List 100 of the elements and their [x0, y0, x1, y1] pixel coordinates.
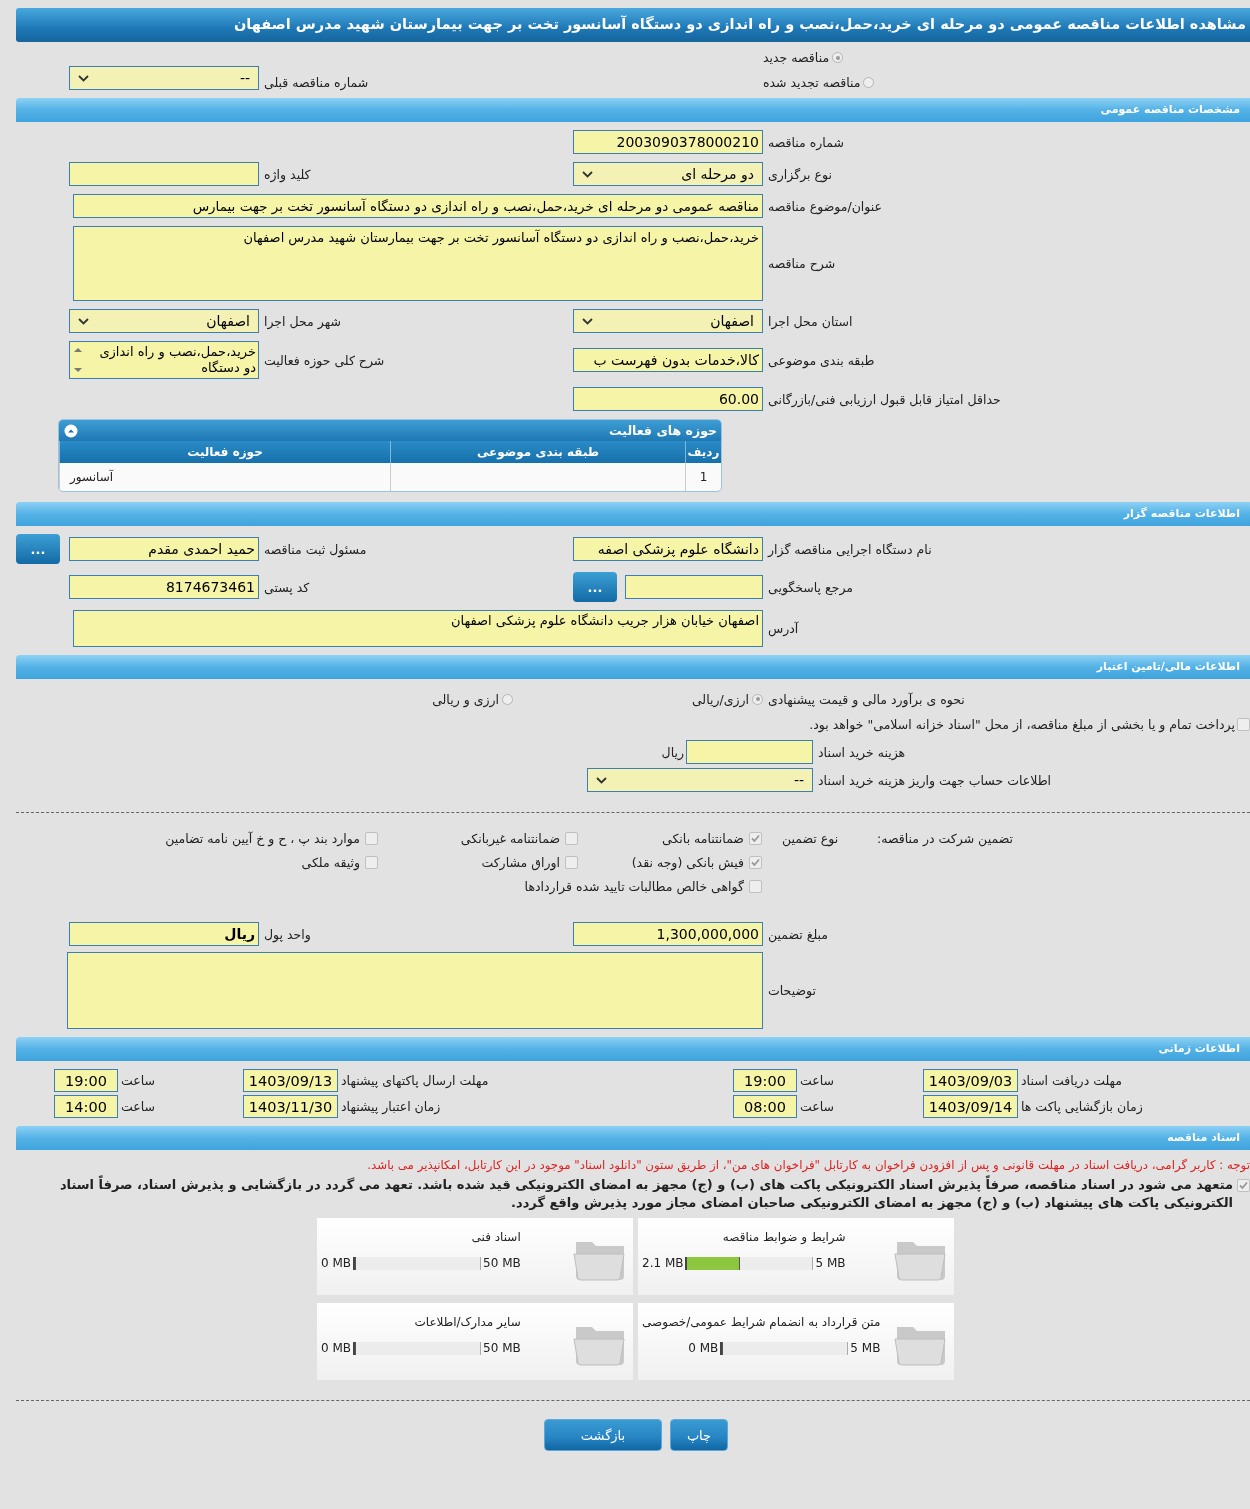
- list-box[interactable]: خرید،حمل،نصب و راه اندازی دو دستگاه: [69, 341, 259, 379]
- option-label: ارزی و ریالی: [432, 691, 499, 707]
- field-label: شماره مناقصه: [767, 134, 845, 150]
- collapse-icon[interactable]: [64, 423, 78, 438]
- text-field[interactable]: 1,300,000,000: [573, 922, 763, 946]
- option-label: گواهی خالص مطالبات تایید شده قراردادها: [524, 879, 744, 894]
- field-label: ساعت: [120, 1099, 156, 1114]
- field-label: کلید واژه: [263, 166, 312, 182]
- notice-text: توجه : کاربر گرامی، دریافت اسناد در مهلت قانونی و پس از افزودن فراخوان به کارتابل "فراخوان های من"، از طریق ستون "دانلود اسناد" موجود در این کارتابل، امکانپذیر می باشد.: [366, 1158, 1250, 1172]
- file-title: اسناد فنی: [471, 1230, 521, 1244]
- dropdown[interactable]: --: [587, 768, 813, 792]
- used-size: 2.1 MB: [642, 1256, 684, 1270]
- option-label: مناقصه تجدید شده: [763, 75, 861, 90]
- field-label: مهلت دریافت اسناد: [1020, 1073, 1124, 1088]
- time-field[interactable]: 19:00: [733, 1069, 797, 1092]
- option-label: ارزی/ریالی: [691, 691, 749, 707]
- field-label: طبقه بندی موضوعی: [767, 352, 876, 368]
- option-label: ضمانتنامه بانکی: [662, 831, 744, 846]
- radio-button[interactable]: [502, 693, 513, 705]
- text-field[interactable]: [686, 740, 813, 764]
- chevron-down-icon: [78, 317, 89, 325]
- file-title: متن قرارداد به انضمام شرایط عمومی/خصوصی: [642, 1315, 881, 1329]
- radio-button[interactable]: [863, 77, 875, 88]
- capacity-size: 5 MB: [815, 1256, 846, 1270]
- checkbox[interactable]: [749, 880, 762, 893]
- chevron-down-icon: [78, 74, 89, 82]
- time-field[interactable]: 19:00: [54, 1069, 118, 1092]
- field-label: ساعت: [120, 1073, 156, 1088]
- dropdown[interactable]: --: [69, 66, 259, 90]
- chevron-down-icon: [582, 317, 593, 325]
- text-field[interactable]: کالا،خدمات بدون فهرست ب: [573, 348, 763, 372]
- date-field[interactable]: 1403/11/30: [243, 1095, 338, 1118]
- field-label: شهر محل اجرا: [263, 313, 342, 329]
- field-label: نوع برگزاری: [767, 166, 833, 182]
- text-field[interactable]: 8174673461: [69, 575, 259, 599]
- field-label: مرجع پاسخگویی: [767, 579, 855, 595]
- option-label: موارد بند پ ، ح و خ آیین نامه تضامین: [165, 831, 360, 846]
- radio-button[interactable]: [832, 52, 844, 63]
- field-label: ساعت: [799, 1099, 835, 1114]
- browse-button[interactable]: ...: [573, 572, 617, 602]
- field-label: عنوان/موضوع مناقصه: [767, 198, 883, 214]
- option-label: وثیقه ملکی: [301, 855, 360, 870]
- text-field[interactable]: [625, 575, 763, 599]
- text-field[interactable]: 2003090378000210: [573, 130, 763, 154]
- text-field[interactable]: [69, 162, 259, 186]
- field-label: مهلت ارسال پاکتهای پیشنهاد: [340, 1073, 490, 1088]
- text-field[interactable]: ریال: [69, 922, 259, 946]
- panel-title: حوزه های فعالیت: [609, 423, 717, 438]
- time-field[interactable]: 08:00: [733, 1095, 797, 1118]
- checkbox[interactable]: [1237, 1179, 1250, 1192]
- used-size: 0 MB: [321, 1341, 352, 1355]
- section-header: اطلاعات مالی/تامین اعتبار: [16, 655, 1250, 679]
- text-area[interactable]: اصفهان خیابان هزار جریب دانشگاه علوم پزشکی اصفهان: [73, 610, 763, 647]
- text-field[interactable]: دانشگاه علوم پزشکی اصفه: [573, 537, 763, 561]
- date-field[interactable]: 1403/09/13: [243, 1069, 338, 1092]
- table-cell: 1: [685, 463, 721, 491]
- section-header: اطلاعات مناقصه گزار: [16, 502, 1250, 526]
- option-label: اوراق مشارکت: [481, 855, 560, 870]
- dropdown[interactable]: دو مرحله ای: [573, 162, 763, 186]
- chevron-down-icon: [596, 776, 607, 784]
- checkbox[interactable]: [365, 832, 378, 845]
- checkbox[interactable]: [565, 856, 578, 869]
- browse-button[interactable]: ...: [16, 534, 60, 564]
- text-field[interactable]: مناقصه عمومی دو مرحله ای خرید،حمل،نصب و راه اندازی دو دستگاه آسانسور تخت بر جهت بیمارس: [73, 194, 763, 218]
- field-label: ساعت: [799, 1073, 835, 1088]
- checkbox[interactable]: [1237, 718, 1250, 731]
- text-field[interactable]: 60.00: [573, 387, 763, 411]
- back-button[interactable]: بازگشت: [544, 1419, 662, 1451]
- used-size: 0 MB: [321, 1256, 352, 1270]
- used-size: 0 MB: [688, 1341, 719, 1355]
- capacity-size: 50 MB: [483, 1256, 521, 1270]
- option-label: ضمانتنامه غیربانکی: [460, 831, 560, 846]
- unit-label: ریال: [661, 744, 684, 760]
- table-cell: آسانسور: [59, 463, 390, 491]
- text-field[interactable]: حمید احمدی مقدم: [69, 537, 259, 561]
- print-button[interactable]: چاپ: [670, 1419, 728, 1451]
- field-label: زمان اعتبار پیشنهاد: [340, 1099, 442, 1114]
- text-area[interactable]: [67, 952, 763, 1029]
- checkbox[interactable]: [749, 856, 762, 869]
- section-header: مشخصات مناقصه عمومی: [16, 98, 1250, 122]
- text-area[interactable]: خرید،حمل،نصب و راه اندازی دو دستگاه آسانسور تخت بر جهت بیمارستان شهید مدرس اصفهان: [73, 226, 763, 301]
- radio-button[interactable]: [752, 693, 763, 705]
- checkbox[interactable]: [565, 832, 578, 845]
- commitment-text: متعهد می شود در اسناد مناقصه، صرفاً پذیرش اسناد الکترونیکی پاکت های (ب) و (ج) مجهز به امضای الکترونیکی قید شده باشد. تعهد می گردد در بازگشایی و پذیرش اسناد، صرفاً اسناد الکترونیکی پاکت های پیشنهاد (ب) و (ج) مجهز به امضای الکترونیکی صاحبان امضای مجاز مورد پذیرش واقع گردد.: [58, 1176, 1233, 1212]
- column-header: حوزه فعالیت: [59, 441, 390, 463]
- dropdown[interactable]: اصفهان: [69, 309, 259, 333]
- field-label: نحوه ی برآورد مالی و قیمت پیشنهادی: [767, 691, 966, 707]
- field-label: شرح مناقصه: [767, 256, 837, 271]
- capacity-size: 50 MB: [483, 1341, 521, 1355]
- field-label: آدرس: [767, 621, 800, 636]
- date-field[interactable]: 1403/09/03: [923, 1069, 1018, 1092]
- field-label: شماره مناقصه قبلی: [263, 75, 370, 90]
- date-field[interactable]: 1403/09/14: [923, 1095, 1018, 1118]
- checkbox[interactable]: [749, 832, 762, 845]
- dropdown[interactable]: اصفهان: [573, 309, 763, 333]
- checkbox[interactable]: [365, 856, 378, 869]
- column-header: ردیف: [685, 441, 721, 463]
- checkbox-label: پرداخت تمام و یا بخشی از مبلغ مناقصه، از محل "اسناد خزانه اسلامی" خواهد بود.: [809, 717, 1235, 732]
- time-field[interactable]: 14:00: [54, 1095, 118, 1118]
- section-header: اطلاعات زمانی: [16, 1037, 1250, 1061]
